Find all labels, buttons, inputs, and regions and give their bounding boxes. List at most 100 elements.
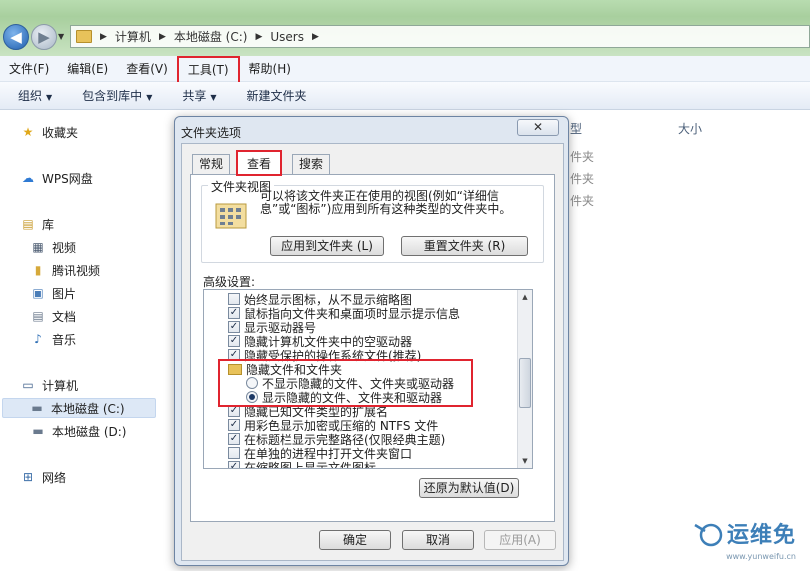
network-icon: ⊞ [22, 470, 34, 484]
organize-button[interactable]: 组织 ▼ [0, 87, 64, 104]
share-button[interactable]: 共享 ▼ [164, 87, 228, 104]
breadcrumb-drive-c[interactable]: 本地磁盘 (C:) [174, 28, 248, 45]
apply-button[interactable]: 应用(A) [484, 530, 556, 550]
folder-view-group: 文件夹视图 可以将该文件夹正在使用的视图(例如“详细信息”或“图标”)应用到所有… [201, 178, 544, 263]
folder-view-icon [215, 203, 247, 229]
advanced-settings-list[interactable]: 始终显示图标，从不显示缩略图 ✓ 鼠标指向文件夹和桌面项时显示提示信息 ✓ 显示驱动器号… [203, 289, 533, 469]
checkbox-checked[interactable]: ✓ [228, 405, 240, 417]
reset-folders-button[interactable]: 重置文件夹 (R) [401, 236, 528, 256]
checkbox-option[interactable]: ✓ 鼠标指向文件夹和桌面项时显示提示信息 [204, 306, 460, 321]
chevron-right-icon[interactable]: ▶ [100, 32, 107, 42]
checkbox-checked[interactable]: ✓ [228, 335, 240, 347]
list-item[interactable]: 件夹 [570, 170, 594, 187]
nav-drive-d[interactable]: ▬ 本地磁盘 (D:) [30, 421, 126, 441]
apply-to-folders-button[interactable]: 应用到文件夹 (L) [270, 236, 384, 256]
nav-pictures-label: 图片 [52, 286, 77, 301]
nav-tencent-video[interactable]: ▮ 腾讯视频 [30, 260, 100, 280]
scrollbar-thumb[interactable] [519, 358, 531, 408]
dialog-title-bar[interactable]: 文件夹选项 ✕ [175, 117, 568, 143]
nav-documents-label: 文档 [52, 309, 77, 324]
checkbox-checked[interactable]: ✓ [228, 321, 240, 333]
back-button[interactable]: ◀ [3, 24, 29, 50]
checkbox-checked[interactable]: ✓ [228, 461, 240, 468]
back-arrow-icon: ◀ [10, 28, 22, 46]
include-in-library-button[interactable]: 包含到库中 ▼ [64, 87, 164, 104]
picture-icon: ▣ [32, 286, 44, 300]
close-button[interactable]: ✕ [517, 119, 559, 136]
menu-view[interactable]: 查看(V) [117, 57, 177, 81]
chevron-right-icon[interactable]: ▶ [159, 32, 166, 42]
chevron-right-icon[interactable]: ▶ [255, 32, 262, 42]
menu-tools[interactable]: 工具(T) [176, 55, 240, 84]
radio-unselected[interactable] [246, 377, 258, 389]
nav-libraries-label: 库 [42, 217, 55, 232]
breadcrumb-users[interactable]: Users [270, 30, 304, 44]
nav-music-label: 音乐 [52, 332, 77, 347]
nav-documents[interactable]: ▤ 文档 [30, 306, 76, 326]
nav-drive-d-label: 本地磁盘 (D:) [52, 424, 127, 439]
checkbox-checked[interactable]: ✓ [228, 433, 240, 445]
nav-drive-c[interactable]: ▬ 本地磁盘 (C:) [2, 398, 156, 418]
address-bar-area: ◀ ▶ ▼ ▶ 计算机 ▶ 本地磁盘 (C:) ▶ Users ▶ [0, 0, 810, 56]
history-dropdown-icon[interactable]: ▼ [58, 32, 64, 41]
address-box[interactable]: ▶ 计算机 ▶ 本地磁盘 (C:) ▶ Users ▶ [70, 25, 810, 48]
chevron-right-icon[interactable]: ▶ [312, 32, 319, 42]
radio-dot-icon [249, 394, 255, 400]
new-folder-button[interactable]: 新建文件夹 [229, 87, 319, 104]
cancel-button[interactable]: 取消 [402, 530, 474, 550]
option-label: 在缩略图上显示文件图标 [244, 460, 377, 469]
vertical-scrollbar[interactable]: ▲ ▼ [517, 290, 532, 468]
tab-general[interactable]: 常规 [192, 154, 231, 174]
command-toolbar: 组织 ▼ 包含到库中 ▼ 共享 ▼ 新建文件夹 [0, 82, 810, 110]
checkbox-checked[interactable]: ✓ [228, 349, 240, 361]
checkbox-option[interactable]: ✓ 在缩略图上显示文件图标 [204, 460, 377, 469]
chevron-down-icon: ▼ [46, 93, 53, 102]
ok-button[interactable]: 确定 [319, 530, 391, 550]
tab-view[interactable]: 查看 [236, 150, 283, 176]
view-tab-page: 文件夹视图 可以将该文件夹正在使用的视图(例如“详细信息”或“图标”)应用到所有… [190, 174, 555, 522]
checkbox-checked[interactable]: ✓ [228, 307, 240, 319]
menu-help[interactable]: 帮助(H) [240, 57, 300, 81]
drive-icon: ▬ [32, 424, 44, 438]
column-header-size[interactable]: 大小 [678, 120, 702, 137]
advanced-settings-label: 高级设置: [203, 275, 256, 289]
scroll-up-icon[interactable]: ▲ [519, 291, 531, 303]
nav-libraries[interactable]: ▤ 库 [20, 214, 54, 234]
organize-label: 组织 [18, 89, 43, 103]
forward-arrow-icon: ▶ [38, 28, 50, 46]
menu-edit[interactable]: 编辑(E) [58, 57, 117, 81]
nav-network-label: 网络 [42, 470, 67, 485]
drive-icon: ▬ [31, 401, 43, 415]
folder-options-dialog: 文件夹选项 ✕ 常规 查看 搜索 文件夹视图 可以将该文件夹正在使用的视图(例如… [174, 116, 569, 566]
include-label: 包含到库中 [82, 89, 143, 103]
watermark: 运维免 www.yunweifu.cn [691, 517, 796, 561]
nav-videos[interactable]: ▦ 视频 [30, 237, 76, 257]
share-label: 共享 [182, 89, 207, 103]
folder-icon [76, 30, 92, 43]
dialog-title: 文件夹选项 [181, 126, 242, 140]
forward-button[interactable]: ▶ [31, 24, 57, 50]
list-item[interactable]: 件夹 [570, 148, 594, 165]
checkbox-checked[interactable]: ✓ [228, 419, 240, 431]
scroll-down-icon[interactable]: ▼ [519, 455, 531, 467]
nav-wps[interactable]: ☁ WPS网盘 [20, 168, 93, 188]
nav-computer[interactable]: ▭ 计算机 [20, 375, 78, 395]
menu-bar: 文件(F) 编辑(E) 查看(V) 工具(T) 帮助(H) [0, 55, 810, 84]
watermark-title: 运维免 [726, 523, 796, 548]
watermark-logo-icon [694, 523, 723, 547]
restore-defaults-button[interactable]: 还原为默认值(D) [419, 478, 519, 498]
checkbox-unchecked[interactable] [228, 447, 240, 459]
nav-music[interactable]: ♪ 音乐 [30, 329, 76, 349]
nav-favorites[interactable]: ★ 收藏夹 [20, 122, 78, 142]
column-header-type[interactable]: 型 [570, 120, 582, 137]
nav-wps-label: WPS网盘 [42, 171, 93, 186]
list-item[interactable]: 件夹 [570, 192, 594, 209]
menu-file[interactable]: 文件(F) [0, 57, 58, 81]
checkbox-unchecked[interactable] [228, 293, 240, 305]
tab-search[interactable]: 搜索 [292, 154, 331, 174]
nav-pictures[interactable]: ▣ 图片 [30, 283, 76, 303]
radio-selected[interactable] [246, 391, 258, 403]
breadcrumb-computer[interactable]: 计算机 [115, 28, 151, 45]
nav-network[interactable]: ⊞ 网络 [20, 467, 66, 487]
computer-icon: ▭ [22, 378, 34, 392]
